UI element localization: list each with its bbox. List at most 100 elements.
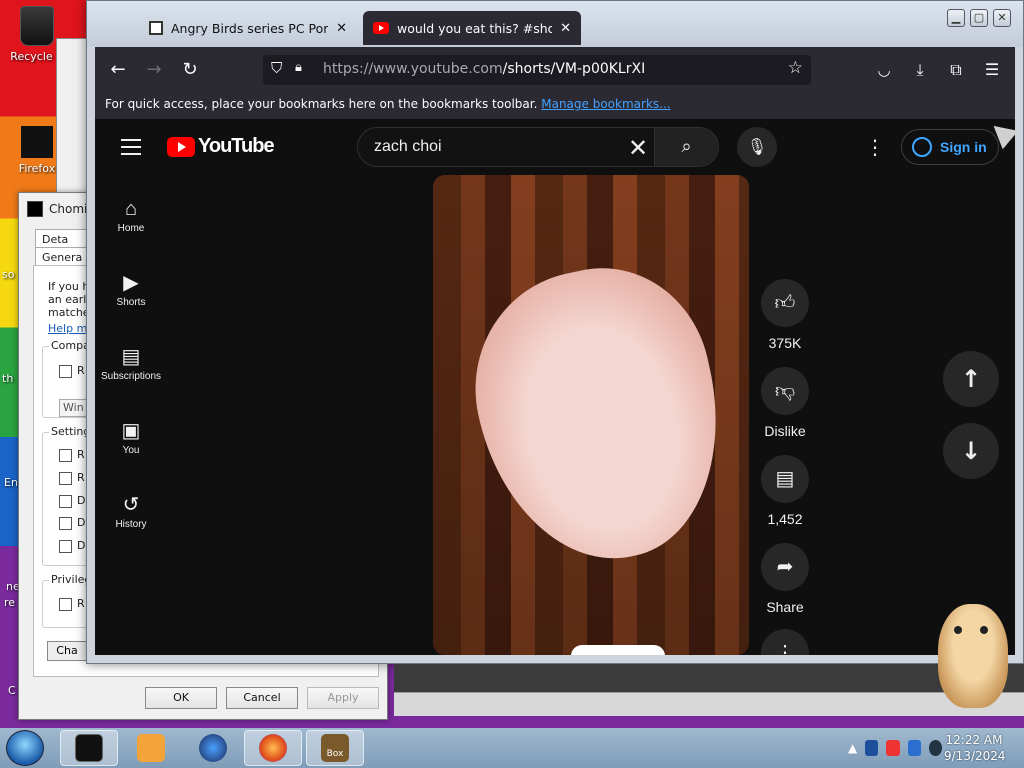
back-icon[interactable]: ← [105,57,131,83]
taskbar-app-media[interactable] [122,730,180,766]
lock-icon[interactable]: 🔒︎ [295,60,302,75]
dislike-label: Dislike [764,423,806,439]
extensions-icon[interactable]: ⧉ [943,57,969,83]
compat-checkbox[interactable] [59,365,72,378]
account-icon [912,137,932,157]
search-input[interactable]: zach choi [374,138,442,156]
sidebar-item-you[interactable]: ▣ You [95,417,167,456]
next-short-button[interactable]: ↓ [943,423,999,479]
app-window-icon [75,734,103,762]
arrow-up-icon: ↑ [960,365,982,393]
close-window-button[interactable]: ✕ [993,9,1011,27]
network-icon[interactable] [907,740,921,756]
sign-in-label: Sign in [940,139,987,155]
settings-kebab-icon[interactable]: ⋮ [865,135,885,159]
guide-menu-icon[interactable] [121,139,141,160]
start-button[interactable] [6,730,44,766]
change-settings-button[interactable]: Cha [47,641,87,661]
history-icon: ↺ [122,494,140,516]
youtube-play-icon [167,136,195,157]
system-clock[interactable]: 12:22 AM 9/13/2024 [944,732,1006,764]
menu-icon[interactable]: ☰ [979,57,1005,83]
sidebar-item-home[interactable]: ⌂ Home [95,195,167,234]
sidebar-item-label: Subscriptions [100,371,162,382]
youtube-page: YouTube zach choi ✕ ⌕ 🎙︎ ⋮ Sign in ⌂ Hom… [95,119,1015,655]
downloads-icon[interactable]: ⤓ [907,57,933,83]
subscribe-pill[interactable] [571,645,665,655]
desktop-text-fragment: En [4,476,18,489]
close-tab-icon[interactable]: ✕ [560,21,571,36]
taskbar-app-globe[interactable] [184,730,242,766]
volume-icon[interactable] [928,740,942,756]
desktop-text-fragment: th [2,372,14,385]
pocket-icon[interactable]: ◡ [871,57,897,83]
home-icon: ⌂ [124,198,138,220]
more-vert-icon: ⋮ [761,629,809,655]
reload-icon[interactable]: ↻ [177,57,203,83]
compat-checkbox-label: R [77,364,85,377]
forward-icon[interactable]: → [141,57,167,83]
arrow-down-icon: ↓ [960,437,982,465]
like-button[interactable]: 👍︎ 375K [761,279,809,351]
voice-search-button[interactable]: 🎙︎ [737,127,777,167]
maximize-button[interactable]: ▢ [970,9,988,27]
desktop-text-fragment: so [2,268,15,281]
ok-button[interactable]: OK [145,687,217,709]
tray-app-icon[interactable] [865,740,879,756]
show-hidden-icons-icon[interactable]: ▲ [848,741,857,755]
dialog-title: Chomi [27,201,87,217]
youtube-wordmark: YouTube [198,135,275,157]
firefox-icon [259,734,287,762]
manage-bookmarks-link[interactable]: Manage bookmarks... [541,97,670,111]
settings-checkbox[interactable] [59,540,72,553]
settings-checkbox[interactable] [59,517,72,530]
app-icon [27,201,43,217]
microphone-icon: 🎙︎ [746,137,768,156]
settings-checkbox[interactable] [59,472,72,485]
clear-search-icon[interactable]: ✕ [628,134,648,162]
tab-youtube-short[interactable]: would you eat this? #shorts - Y ✕ [363,11,581,45]
sidebar-item-label: Shorts [116,297,146,308]
sidebar-item-subscriptions[interactable]: ▤ Subscriptions [95,343,167,382]
media-player-icon [137,734,165,762]
shorts-video-player[interactable] [433,175,749,655]
help-link[interactable]: Help m [48,322,87,335]
tab-title: would you eat this? #shorts - Y [397,20,553,36]
url-bar[interactable]: ⛉ 🔒︎ https://www.youtube.com/shorts/VM-p… [263,55,811,85]
youtube-logo[interactable]: YouTube [167,135,275,158]
sidebar-item-shorts[interactable]: ▶ Shorts [95,269,167,308]
previous-short-button[interactable]: ↑ [943,351,999,407]
search-box[interactable]: zach choi ✕ ⌕ [357,127,719,167]
browser-titlebar: Angry Birds series PC Ports : Ro ✕ would… [87,1,1023,47]
settings-checkbox[interactable] [59,495,72,508]
comment-icon: ▤ [761,455,809,503]
sidebar-item-history[interactable]: ↺ History [95,491,167,530]
bookmark-star-icon[interactable]: ☆ [788,58,803,78]
settings-checkbox-label: R [77,471,85,484]
desktop-hamster-pet[interactable] [938,604,1008,708]
shield-icon[interactable]: ⛉ [271,59,282,77]
apply-button[interactable]: Apply [307,687,379,709]
taskbar-app-box[interactable]: Box [306,730,364,766]
sign-in-button[interactable]: Sign in [901,129,999,165]
taskbar-app-firefox[interactable] [244,730,302,766]
youtube-icon [373,22,389,34]
desktop-text-fragment: re [4,596,16,609]
search-button[interactable]: ⌕ [654,128,718,166]
tray-status-icon[interactable] [886,740,900,756]
system-tray: ▲ [842,728,942,768]
minimize-button[interactable]: ▁ [947,9,965,27]
dislike-button[interactable]: 👎︎ Dislike [761,367,809,439]
url-text[interactable]: https://www.youtube.com/shorts/VM-p00KLr… [323,61,645,77]
comments-button[interactable]: ▤ 1,452 [761,455,809,527]
close-tab-icon[interactable]: ✕ [336,21,347,36]
more-actions-button[interactable]: ⋮ [761,629,809,655]
tab-angry-birds[interactable]: Angry Birds series PC Ports : Ro ✕ [139,11,357,45]
settings-checkbox[interactable] [59,449,72,462]
cancel-button[interactable]: Cancel [226,687,298,709]
share-button[interactable]: ➦ Share [761,543,809,615]
taskbar-app-chomikuj[interactable] [60,730,118,766]
tab-title: Angry Birds series PC Ports : Ro [171,20,329,36]
privilege-checkbox[interactable] [59,598,72,611]
fandom-icon [149,21,163,35]
